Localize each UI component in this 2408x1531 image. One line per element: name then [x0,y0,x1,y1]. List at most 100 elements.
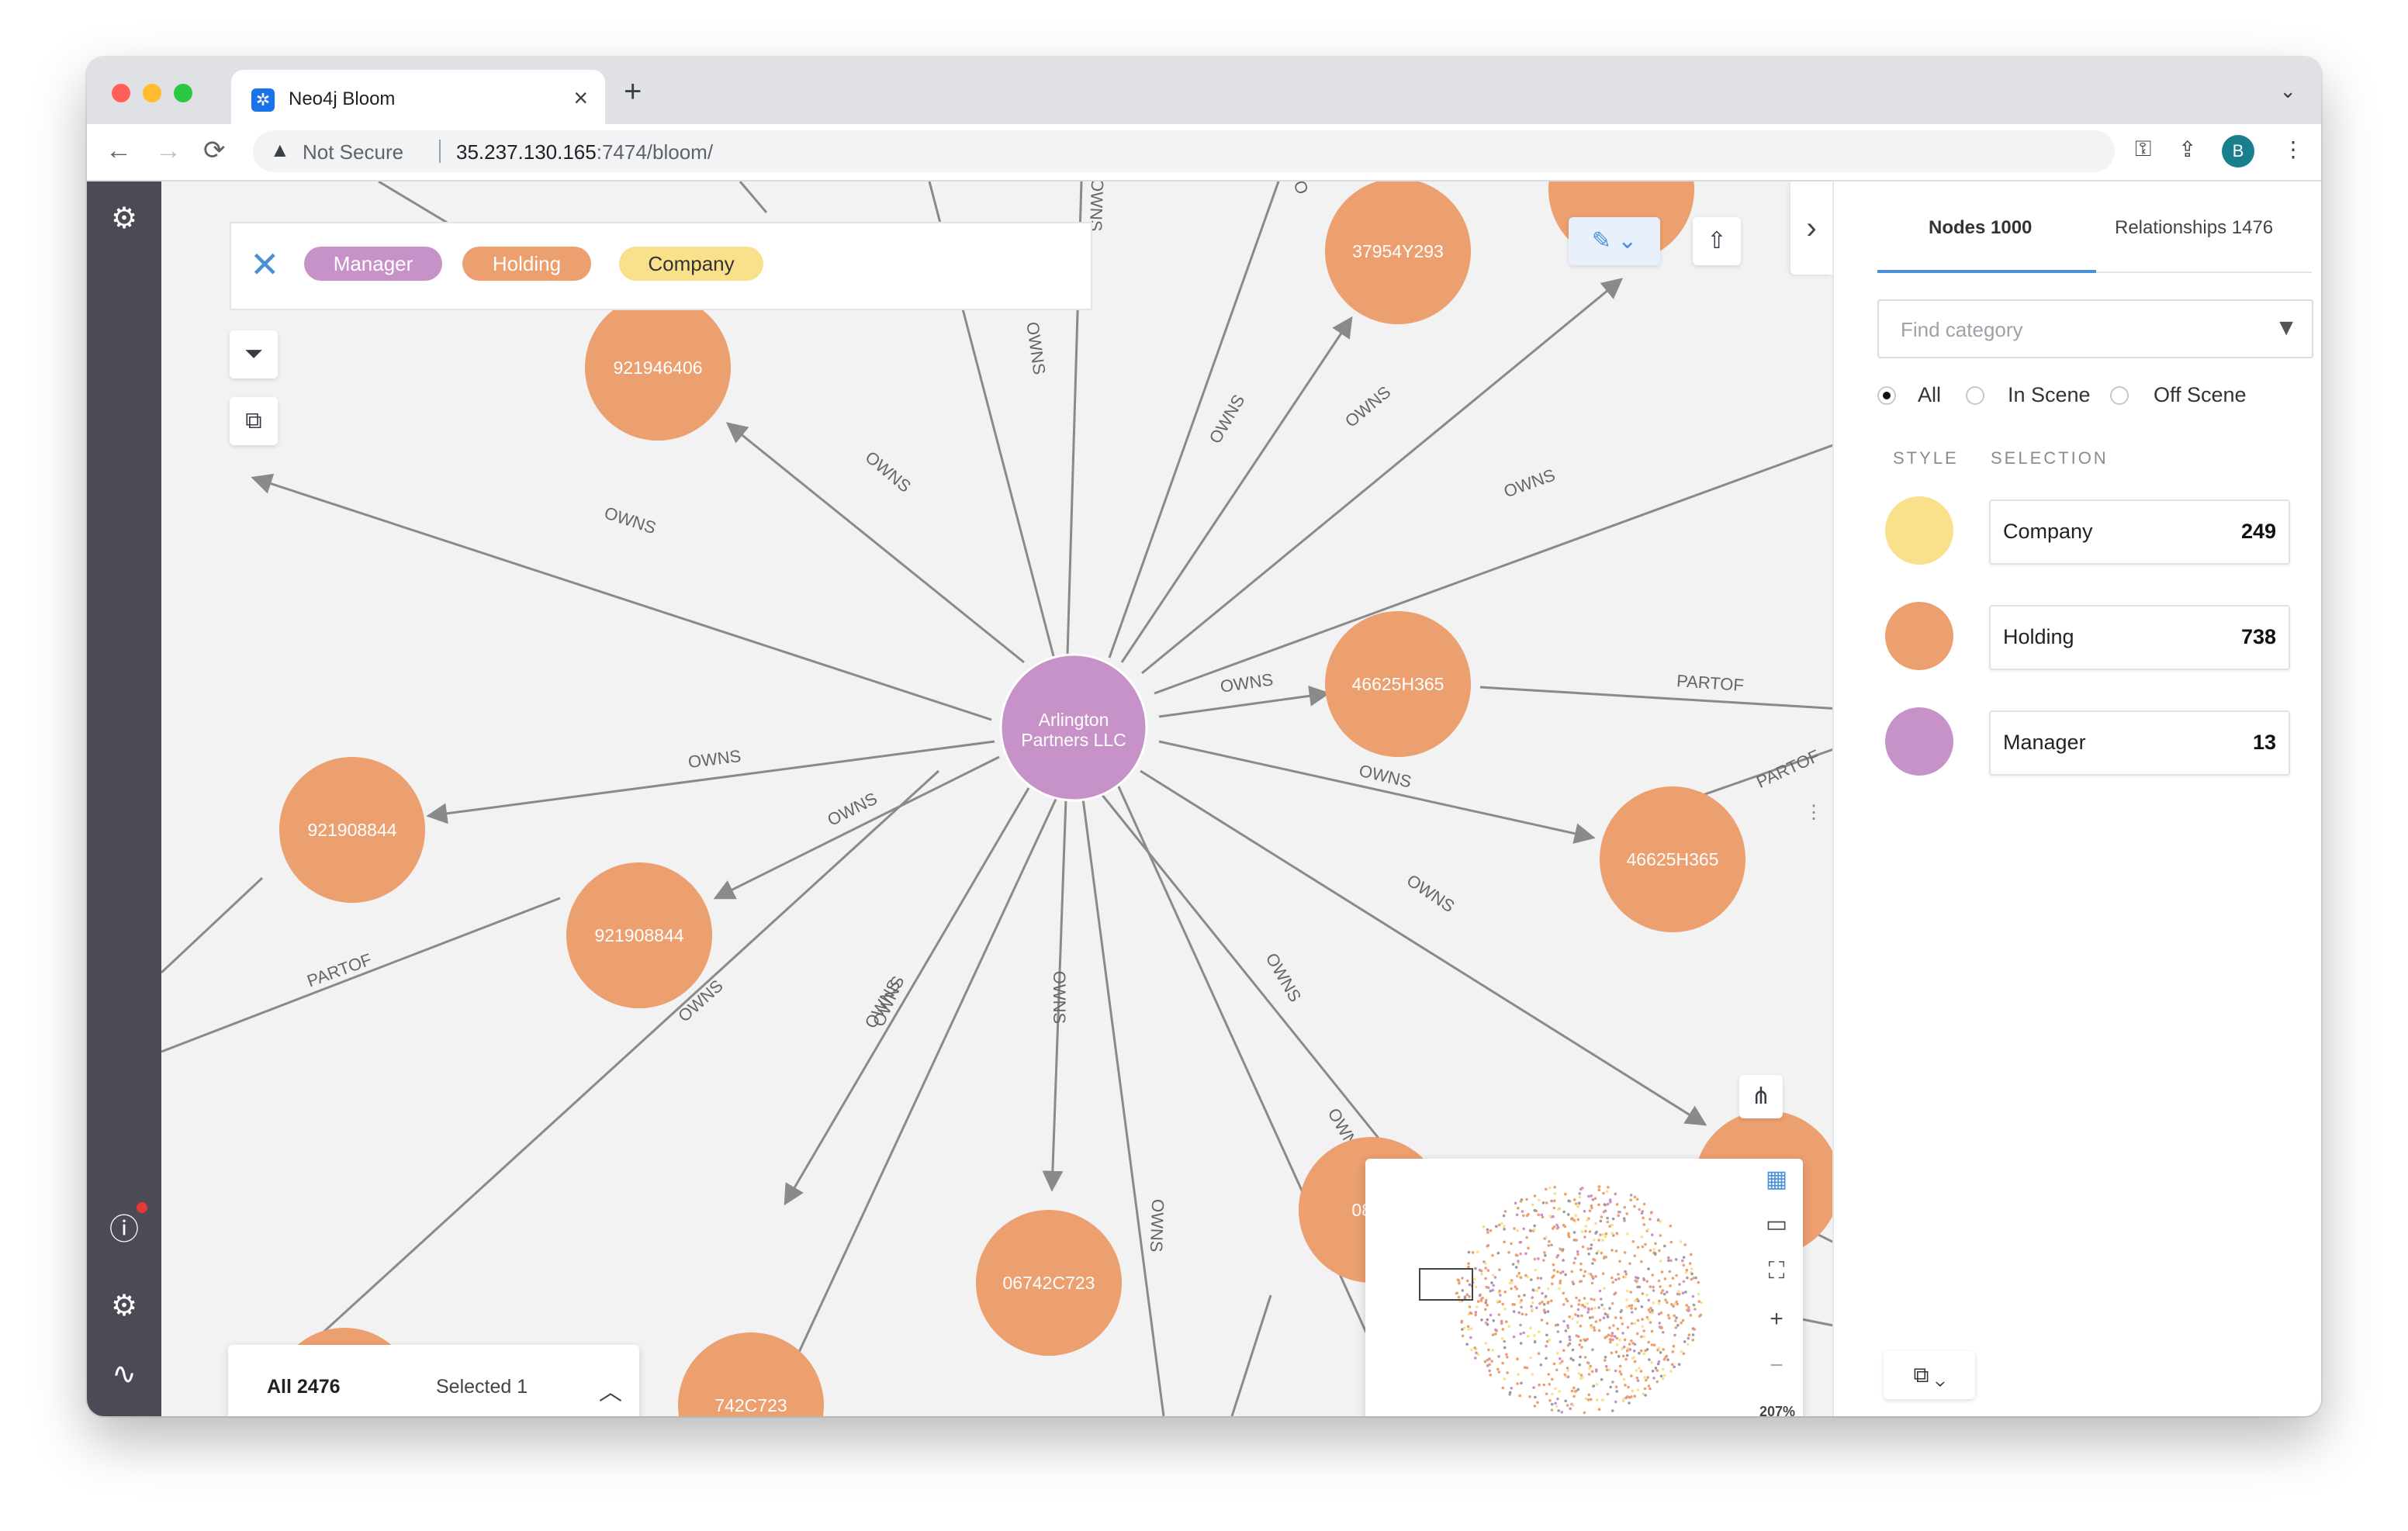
back-icon[interactable]: ← [106,135,132,166]
relationship-edge[interactable] [378,181,457,230]
minimap-dot [1536,1401,1539,1405]
minimap-viewport[interactable] [1419,1268,1473,1301]
fit-to-screen-icon[interactable]: ⛶ [1761,1258,1792,1284]
perspective-settings-icon[interactable]: ⚙ [107,202,141,236]
tab-close-icon[interactable]: × [573,84,588,112]
radio-all[interactable] [1877,386,1896,405]
find-category-input[interactable]: Find category ▼ [1877,299,2313,358]
minimap-dot [1562,1291,1565,1295]
tab-selected-count[interactable]: Selected 1 [436,1376,528,1398]
minimap-dot [1484,1277,1487,1280]
maximize-window-button[interactable] [174,84,192,102]
panel-view-options-button[interactable]: ⧉ ⌄ [1884,1351,1975,1399]
category-manager[interactable]: Manager 13 [1989,710,2290,776]
minimap-dot [1562,1259,1565,1262]
relationship-edge[interactable] [1108,181,1280,658]
radio-all-label[interactable]: All [1918,383,1941,407]
minimap-dot [1559,1357,1562,1360]
tab-all-count[interactable]: All 2476 [267,1376,341,1398]
map-icon[interactable]: ▦ [1761,1166,1792,1193]
zoom-in-icon[interactable]: + [1761,1306,1792,1332]
tab-search-icon[interactable]: ⌄ [2279,79,2296,103]
share-icon[interactable]: ⇪ [2178,137,2196,162]
presentation-icon[interactable]: ▭ [1761,1211,1792,1238]
category-count: 13 [2252,731,2276,754]
minimap-dot [1503,1290,1507,1294]
url-text[interactable]: 35.237.130.165:7474/bloom/ [456,140,713,164]
browser-menu-icon[interactable]: ⋮ [2282,137,2304,162]
minimap-dot [1474,1285,1478,1289]
relationship-edge[interactable] [713,755,1000,900]
security-status[interactable]: Not Secure [303,140,403,164]
expand-chevron-icon[interactable]: ︿ [599,1373,622,1407]
minimap-dot [1626,1346,1629,1350]
warning-icon[interactable]: ▲ [270,138,290,162]
omnibox[interactable]: ▲ Not Secure 35.237.130.165:7474/bloom/ [253,130,2115,172]
minimap-dot [1481,1296,1484,1300]
minimap-dot [1527,1246,1530,1249]
export-icon[interactable]: ⇧ [1693,217,1741,265]
category-holding[interactable]: Holding 738 [1989,605,2290,670]
relationship-edge[interactable] [1158,685,1330,718]
filter-icon[interactable]: ▼ [2275,315,2298,341]
pattern-pill-holding[interactable]: Holding [462,247,591,281]
minimap-dot [1618,1338,1621,1342]
minimap-dot [1587,1373,1591,1376]
minimap-dot [1573,1390,1577,1393]
relationship-label: OWNS [1050,971,1069,1024]
layout-hierarchy-icon[interactable]: ⋔ [1739,1075,1783,1118]
relationship-edge[interactable] [1479,686,1832,714]
minimap-dot [1516,1382,1519,1385]
reload-icon[interactable]: ⟳ [203,135,226,166]
key-icon[interactable]: ⚿ [2135,137,2151,162]
relationship-edge[interactable] [1154,414,1832,695]
forward-icon[interactable]: → [155,135,182,166]
minimap-dot [1625,1349,1629,1353]
neo4j-logo-icon[interactable]: ∿ [107,1357,141,1391]
minimap-dot [1486,1304,1489,1307]
filter-icon[interactable]: ⏷ [230,330,278,378]
manager-style-swatch[interactable] [1885,707,1953,776]
minimap[interactable]: ▦ ▭ ⛶ + − 207% [1365,1159,1803,1416]
radio-off-scene[interactable] [2110,386,2129,405]
radio-off-scene-label[interactable]: Off Scene [2154,383,2247,407]
collapse-panel-chevron-icon[interactable]: › [1790,181,1832,275]
minimize-window-button[interactable] [143,84,161,102]
search-pattern-bar[interactable]: ✕ Manager Holding Company [230,222,1092,310]
radio-in-scene[interactable] [1966,386,1984,405]
relationship-edge[interactable] [1230,1294,1272,1416]
minimap-overview[interactable] [1365,1159,1753,1416]
radio-in-scene-label[interactable]: In Scene [2008,383,2091,407]
minimap-dot [1618,1370,1621,1374]
scene-actions-icon[interactable]: ⧉ [230,397,278,445]
minimap-dot [1604,1312,1607,1315]
pattern-pill-manager[interactable]: Manager [304,247,442,281]
company-style-swatch[interactable] [1885,496,1953,565]
minimap-dot [1689,1314,1693,1317]
help-icon[interactable]: ⓘ [107,1213,141,1247]
browser-tab[interactable]: ✲ Neo4j Bloom × [231,70,605,124]
minimap-dot [1614,1316,1617,1319]
minimap-dot [1652,1301,1656,1305]
clear-search-icon[interactable]: ✕ [250,247,280,282]
minimap-dot [1574,1202,1578,1205]
zoom-out-icon[interactable]: − [1761,1353,1792,1379]
relationship-edge[interactable] [784,787,1030,1206]
settings-gear-icon[interactable]: ⚙ [107,1289,141,1323]
category-company[interactable]: Company 249 [1989,499,2290,565]
tab-nodes[interactable]: Nodes 1000 [1929,217,2032,239]
new-tab-button[interactable]: + [624,76,642,107]
panel-drag-handle-icon[interactable]: ⋮ [1804,804,1823,848]
close-window-button[interactable] [112,84,130,102]
relationship-edge[interactable] [161,897,561,1053]
relationship-edge[interactable] [739,181,768,213]
pattern-pill-company[interactable]: Company [619,247,763,281]
tab-relationships[interactable]: Relationships 1476 [2115,217,2273,239]
relationship-edge[interactable] [1116,783,1406,1416]
edit-scene-button[interactable]: ✎ ⌄ [1569,217,1660,265]
relationship-edge[interactable] [1120,316,1353,663]
profile-avatar[interactable]: B [2222,135,2254,168]
holding-style-swatch[interactable] [1885,602,1953,670]
minimap-dot [1618,1364,1622,1368]
relationship-edge[interactable] [161,876,264,974]
